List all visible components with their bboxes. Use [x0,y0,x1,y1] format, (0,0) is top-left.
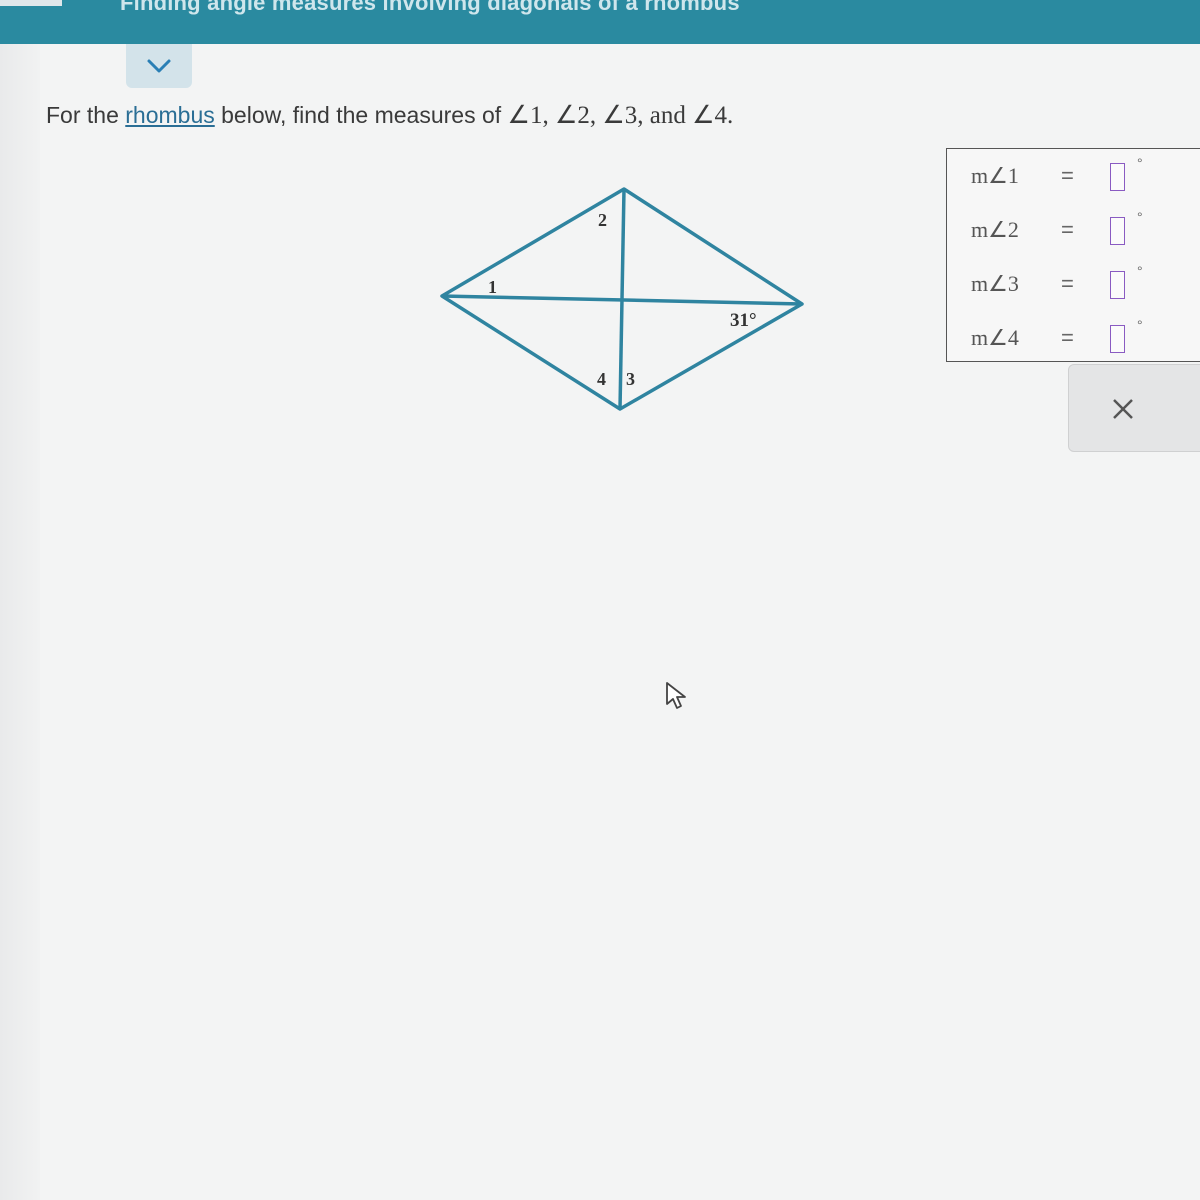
answer-label: m∠3 [971,271,1019,296]
chevron-down-icon [147,59,171,73]
equals-sign: = [1061,271,1074,296]
answer-row-angle3: m∠3 = ° [947,261,1200,301]
answer-panel: m∠1 = ° m∠2 = ° m∠3 = ° m∠4 = ° [946,148,1200,362]
angle-label-3: 3 [626,369,635,389]
prompt-text-after: below, find the measures of [214,102,508,128]
left-margin-strip [0,0,40,1200]
angle2-input[interactable] [1110,217,1125,245]
degree-unit: ° [1137,155,1143,171]
angle-label-2: 2 [598,210,607,230]
angle1-input[interactable] [1110,163,1125,191]
answer-row-angle1: m∠1 = ° [947,153,1200,193]
clear-answer-button[interactable] [1101,387,1145,431]
header-bar: Finding angle measures involving diagona… [0,0,1200,44]
rhombus-diagram: 1 2 31° 4 3 [440,187,804,411]
answer-actions-panel [1068,364,1200,452]
rhombus-definition-link[interactable]: rhombus [125,102,214,128]
angle4-input[interactable] [1110,325,1125,353]
question-prompt: For the rhombus below, find the measures… [46,100,733,130]
degree-unit: ° [1137,317,1143,333]
angle3-input[interactable] [1110,271,1125,299]
angle-label-4: 4 [597,369,606,389]
collapse-toggle-button[interactable] [126,44,192,88]
equals-sign: = [1061,163,1074,188]
degree-unit: ° [1137,209,1143,225]
answer-label: m∠4 [971,325,1019,350]
close-icon [1113,399,1133,419]
angle-label-1: 1 [488,277,497,297]
page-title: Finding angle measures involving diagona… [120,0,740,15]
menu-stub[interactable] [0,0,62,6]
mouse-cursor-icon [666,682,686,709]
equals-sign: = [1061,325,1074,350]
answer-label: m∠1 [971,163,1019,188]
equals-sign: = [1061,217,1074,242]
degree-unit: ° [1137,263,1143,279]
prompt-angle-list: ∠1, ∠2, ∠3, and ∠4. [507,102,734,129]
answer-label: m∠2 [971,217,1019,242]
answer-row-angle2: m∠2 = ° [947,207,1200,247]
angle-label-given: 31° [730,310,757,331]
answer-row-angle4: m∠4 = ° [947,315,1200,355]
prompt-text-before: For the [46,102,126,128]
